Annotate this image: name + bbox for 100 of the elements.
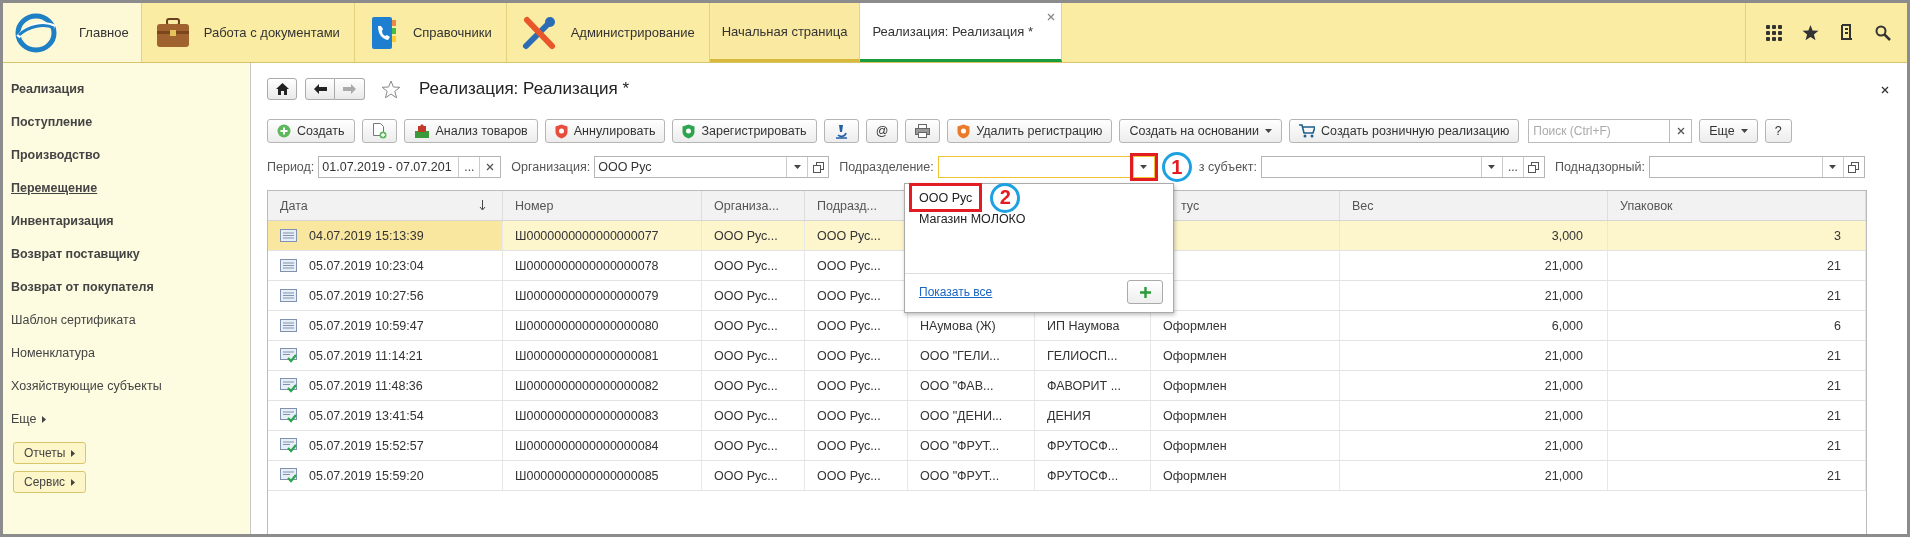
table-cell: Ш0000000000000000084 (515, 438, 659, 453)
table-cell: Ш0000000000000000082 (515, 378, 659, 393)
window-tab[interactable]: Реализация: Реализация * (860, 3, 1062, 62)
table-cell: ООО "ГЕЛИ... (920, 348, 1000, 363)
section-tab[interactable]: Главное (3, 3, 142, 62)
caret-icon (1488, 165, 1496, 169)
search-field[interactable]: Поиск (Ctrl+F) (1528, 119, 1671, 143)
section-tab[interactable]: Работа с документами (141, 3, 355, 62)
table-cell: 21,000 (1544, 468, 1583, 483)
table-row[interactable]: 05.07.2019 11:48:36 Ш0000000000000000082 ООО Рус... ООО Рус... ООО "ФАВ... ФАВОРИТ ... Оформлен 21,000 21 (268, 371, 1866, 401)
table-cell: ФРУТОСФ... (1047, 438, 1119, 453)
add-button[interactable] (1127, 280, 1163, 304)
sidebar-link[interactable]: Инвентаризация (11, 214, 114, 228)
field-label: з субъект: (1198, 160, 1257, 174)
table-cell: 21,000 (1544, 258, 1583, 273)
sidebar-link[interactable]: Поступление (11, 115, 93, 129)
sidebar-link[interactable]: Производство (11, 148, 101, 162)
table-cell: 21 (1827, 258, 1841, 273)
close-icon (1047, 13, 1055, 21)
apps-grid-icon[interactable] (1766, 24, 1782, 41)
toolbar-button[interactable]: Еще (1699, 119, 1758, 143)
sidebar-link[interactable]: Шаблон сертификата (11, 313, 136, 327)
shield-icon (957, 123, 971, 139)
select-field[interactable]: ООО Рус (594, 156, 830, 178)
open-window-icon (812, 161, 824, 173)
close-icon (486, 163, 495, 171)
table-cell: Оформлен (1163, 348, 1227, 363)
table-cell: ООО Рус... (714, 378, 778, 393)
caret-icon (1265, 129, 1273, 133)
menu-button[interactable]: Сервис (13, 471, 87, 493)
field-label: Организация: (511, 160, 591, 174)
clear-icon (1676, 127, 1685, 135)
section-tab[interactable]: Справочники (354, 3, 507, 62)
sidebar-link[interactable]: Возврат от покупателя (11, 280, 154, 294)
star-icon[interactable] (1802, 24, 1819, 41)
posted-document-icon (280, 378, 297, 393)
toolbar-button[interactable]: @ (865, 119, 899, 143)
sidebar-link[interactable]: Хозяйствующие субъекты (11, 379, 162, 393)
toolbar-button[interactable]: Аннулировать (544, 119, 666, 143)
field-label: Поднадзорный: (1554, 160, 1645, 174)
back-button[interactable] (305, 78, 335, 100)
home-button[interactable] (267, 78, 297, 100)
icon-button[interactable] (905, 119, 941, 143)
table-row[interactable]: 05.07.2019 11:14:21 Ш0000000000000000081 ООО Рус... ООО Рус... ООО "ГЕЛИ... ГЕЛИОСП... Оформлен 21,000 21 (268, 341, 1866, 371)
tools-icon (520, 14, 557, 51)
search-icon[interactable] (1875, 24, 1891, 41)
table-cell: ООО Рус... (714, 468, 778, 483)
open-window-icon (1528, 161, 1540, 173)
column-header: Номер (503, 191, 702, 220)
clear-button[interactable] (1670, 119, 1693, 143)
icon-button[interactable] (823, 119, 859, 143)
table-cell: ООО "ФРУТ... (920, 438, 1000, 453)
menu-button[interactable]: Отчеты (13, 442, 87, 464)
table-cell: Ш0000000000000000081 (515, 348, 659, 363)
table-row[interactable]: 05.07.2019 15:59:20 Ш0000000000000000085 ООО Рус... ООО Рус... ООО "ФРУТ... ФРУТОСФ... Оформлен 21,000 21 (268, 461, 1866, 491)
document-icon (280, 319, 297, 332)
window-tab[interactable]: Начальная страница (709, 3, 861, 62)
table-cell: ООО "ФАВ... (920, 378, 994, 393)
toolbar-button[interactable]: Анализ товаров (403, 119, 538, 143)
table-cell: ООО Рус... (714, 318, 778, 333)
show-all-link[interactable]: Показать все (919, 285, 993, 299)
arrow-icon (71, 478, 76, 486)
field-label: Подразделение: (839, 160, 934, 174)
sidebar-link[interactable]: Номенклатура (11, 346, 95, 360)
arrow-icon (42, 416, 47, 423)
table-cell: Ш0000000000000000085 (515, 468, 659, 483)
sidebar-link[interactable]: Перемещение (11, 181, 98, 195)
table-row[interactable]: 05.07.2019 13:41:54 Ш0000000000000000083 ООО Рус... ООО Рус... ООО "ДЕНИ... ДЕНИЯ Оформлен 21,000 21 (268, 401, 1866, 431)
table-cell: 05.07.2019 13:41:54 (309, 408, 424, 423)
toolbar-button[interactable]: Создать розничную реализацию (1289, 119, 1520, 143)
table-cell: 05.07.2019 11:14:21 (309, 348, 423, 363)
more-link[interactable]: Еще (11, 403, 37, 436)
history-icon[interactable] (1839, 23, 1855, 42)
select-field[interactable]: ... (1260, 156, 1545, 178)
select-field[interactable] (1648, 156, 1865, 178)
copy-document-icon (371, 123, 387, 139)
table-cell: ООО Рус... (817, 468, 881, 483)
select-field[interactable]: 01.07.2019 - 07.07.201 ... (318, 156, 502, 178)
toolbar-button[interactable]: Удалить регистрацию (947, 119, 1113, 143)
column-header: Дата (268, 191, 503, 220)
home-icon (275, 83, 289, 95)
star-outline-icon[interactable] (381, 79, 401, 99)
table-cell: ГЕЛИОСП... (1047, 348, 1118, 363)
sidebar-link[interactable]: Возврат поставщику (11, 247, 140, 261)
table-cell: 21,000 (1544, 408, 1583, 423)
sidebar-link[interactable]: Реализация (11, 82, 85, 96)
document-icon (280, 289, 297, 302)
table-cell: 05.07.2019 10:27:56 (309, 288, 424, 303)
toolbar-button[interactable]: Создать на основании (1119, 119, 1283, 143)
icon-button[interactable] (361, 119, 397, 143)
table-cell: 6,000 (1551, 318, 1583, 333)
section-tab[interactable]: Администрирование (506, 3, 710, 62)
table-cell: НАумова (Ж) (920, 318, 996, 333)
table-cell: Оформлен (1163, 408, 1227, 423)
document-icon (280, 229, 297, 242)
table-row[interactable]: 05.07.2019 15:52:57 Ш0000000000000000084 ООО Рус... ООО Рус... ООО "ФРУТ... ФРУТОСФ... Оформлен 21,000 21 (268, 431, 1866, 461)
toolbar-button[interactable]: ? (1764, 119, 1792, 143)
table-cell: Ш0000000000000000080 (515, 318, 659, 333)
toolbar-button[interactable]: Зарегистрировать (672, 119, 817, 143)
toolbar-button[interactable]: Создать (267, 119, 355, 143)
